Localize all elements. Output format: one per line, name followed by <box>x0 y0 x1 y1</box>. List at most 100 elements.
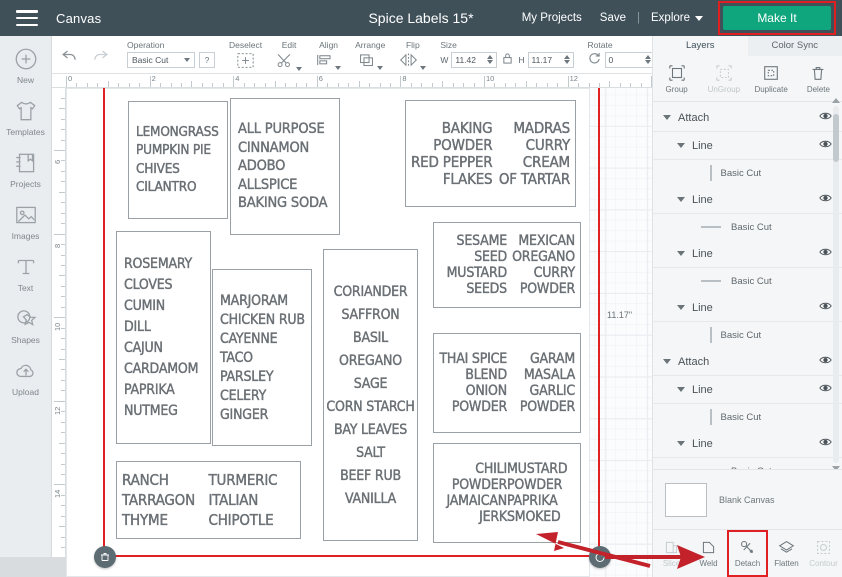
save-button[interactable]: Save <box>591 12 635 24</box>
label-card[interactable]: LEMONGRASS PUMPKIN PIE CHIVES CILANTRO <box>128 101 228 219</box>
contour-button[interactable]: Contour <box>805 530 842 577</box>
layer-row-basic[interactable]: Basic Cut <box>653 322 842 348</box>
chevron-down-icon[interactable] <box>663 115 671 120</box>
eye-visibility-icon[interactable] <box>819 437 832 450</box>
label-card[interactable]: CORIANDER SAFFRON BASIL OREGANO SAGE CORN STA… <box>323 249 418 541</box>
tab-layers[interactable]: Layers <box>653 36 748 56</box>
ruler-tick <box>515 83 517 87</box>
spice-label-text: CURRY <box>533 265 575 281</box>
eye-visibility-icon[interactable] <box>819 383 832 396</box>
hamburger-menu-icon[interactable] <box>16 10 38 26</box>
chevron-down-icon[interactable] <box>677 143 685 148</box>
eye-visibility-icon[interactable] <box>819 301 832 314</box>
deselect-group[interactable]: Deselect <box>222 36 269 74</box>
layer-row-line[interactable]: Line <box>653 240 842 268</box>
zoom-control-bar[interactable] <box>0 557 66 577</box>
undo-icon[interactable] <box>60 45 79 64</box>
duplicate-button[interactable]: Duplicate <box>748 56 795 101</box>
rail-item-upload[interactable]: Upload <box>0 358 52 397</box>
weld-button[interactable]: Weld <box>690 530 727 577</box>
height-input[interactable]: 11.17 <box>527 51 574 68</box>
layer-row-line[interactable]: Line <box>653 132 842 160</box>
layer-row-basic[interactable]: Basic Cut <box>653 160 842 186</box>
ungroup-button[interactable]: UnGroup <box>700 56 747 101</box>
rotate-input[interactable]: 0 <box>604 51 655 68</box>
delete-button[interactable]: Delete <box>795 56 842 101</box>
rail-item-templates[interactable]: Templates <box>0 98 52 137</box>
slice-button[interactable]: Slice <box>653 530 690 577</box>
layer-row-basic[interactable]: Basic Cut <box>653 404 842 430</box>
eye-visibility-icon[interactable] <box>819 247 832 260</box>
layers-list[interactable]: Attach Line Basic Cut Line Basic Cut Line Basi… <box>653 104 842 469</box>
scroll-up-icon[interactable] <box>832 98 840 103</box>
rail-item-new[interactable]: New <box>0 46 52 85</box>
label-card[interactable]: BAKING POWDER RED PEPPER FLAKES MADRAS CURRY C… <box>405 100 576 207</box>
edit-group[interactable]: Edit <box>269 36 309 74</box>
arrange-group[interactable]: Arrange <box>348 36 392 74</box>
chevron-down-icon[interactable] <box>663 359 671 364</box>
layer-row-line[interactable]: Line <box>653 430 842 458</box>
width-input[interactable]: 11.42 <box>451 51 498 68</box>
group-button[interactable]: Group <box>653 56 700 101</box>
label-card[interactable]: THAI SPICE BLEND ONION POWDER GARAM MASALA GAR… <box>433 333 581 433</box>
eye-visibility-icon[interactable] <box>819 139 832 152</box>
label-card[interactable]: ALL PURPOSE CINNAMON ADOBO ALLSPICE BAKING S… <box>230 98 340 235</box>
rail-item-projects[interactable]: Projects <box>0 150 52 189</box>
rail-item-shapes[interactable]: Shapes <box>0 306 52 345</box>
layer-row-attach[interactable]: Attach <box>653 104 842 132</box>
tab-color-sync[interactable]: Color Sync <box>748 36 842 56</box>
spice-label-text: PAPRIKA <box>124 382 175 398</box>
chevron-down-icon[interactable] <box>677 197 685 202</box>
eye-visibility-icon[interactable] <box>819 355 832 368</box>
layer-row-line[interactable]: Line <box>653 376 842 404</box>
rotate-handle[interactable] <box>589 546 611 568</box>
eye-visibility-icon[interactable] <box>819 193 832 206</box>
chevron-down-icon[interactable] <box>677 387 685 392</box>
label-card[interactable]: RANCH TARRAGON THYME TURMERIC ITALIAN CHIPOTL… <box>116 461 301 539</box>
redo-icon[interactable] <box>91 45 110 64</box>
operation-select[interactable]: Basic Cut <box>127 51 195 68</box>
layer-row-line[interactable]: Line <box>653 294 842 322</box>
design-canvas[interactable]: LEMONGRASS PUMPKIN PIE CHIVES CILANTRO ALL P… <box>66 88 652 577</box>
ruler-h-tick-label: 8 <box>402 74 407 83</box>
align-group[interactable]: Align <box>309 36 348 74</box>
rail-item-images[interactable]: Images <box>0 202 52 241</box>
ruler-tick <box>149 76 151 87</box>
label-card[interactable]: CHILI POWDER JAMAICAN JERK MUSTARD POWDER PAPR… <box>433 443 581 543</box>
lock-icon[interactable] <box>502 52 513 67</box>
detach-button[interactable]: Detach <box>727 530 768 577</box>
chevron-down-icon <box>335 65 342 70</box>
flip-group[interactable]: Flip <box>392 36 433 74</box>
flatten-button[interactable]: Flatten <box>768 530 805 577</box>
rail-item-text[interactable]: Text <box>0 254 52 293</box>
spice-label-text: GINGER <box>220 406 269 423</box>
layer-row-basic[interactable]: Basic Cut <box>653 458 842 470</box>
delete-handle[interactable] <box>94 546 116 568</box>
my-projects-link[interactable]: My Projects <box>513 12 591 24</box>
layer-row-basic[interactable]: Basic Cut <box>653 214 842 240</box>
label-card[interactable]: MARJORAM CHICKEN RUB CAYENNE TACO PARSLEY CEL… <box>212 269 312 446</box>
layer-label: Attach <box>678 355 710 368</box>
chevron-down-icon[interactable] <box>677 305 685 310</box>
label-card[interactable]: ROSEMARY CLOVES CUMIN DILL CAJUN CARDAMOM PAPR… <box>116 231 211 444</box>
width-stepper[interactable] <box>487 55 494 64</box>
layer-row-attach[interactable]: Attach <box>653 348 842 376</box>
explore-menu[interactable]: Explore <box>642 12 712 24</box>
ruler-tick <box>61 97 65 99</box>
chevron-down-icon[interactable] <box>677 251 685 256</box>
height-stepper[interactable] <box>563 55 570 64</box>
chevron-down-icon <box>420 65 427 70</box>
chevron-down-icon[interactable] <box>677 441 685 446</box>
layer-row-line[interactable]: Line <box>653 186 842 214</box>
operation-help-button[interactable]: ? <box>199 51 215 68</box>
layer-row-basic[interactable]: Basic Cut <box>653 268 842 294</box>
layers-scrollbar[interactable] <box>832 98 840 471</box>
ruler-tick <box>61 515 65 517</box>
eye-visibility-icon[interactable] <box>819 111 832 124</box>
options-toolbar: Operation Basic Cut ? Deselect Edit Alig… <box>52 36 688 74</box>
make-it-button[interactable]: Make It <box>723 6 831 30</box>
rotate-stepper[interactable] <box>644 55 651 64</box>
blank-canvas-row[interactable]: Blank Canvas <box>653 469 842 529</box>
scrollbar-thumb[interactable] <box>833 114 839 162</box>
label-card[interactable]: SESAME SEED MUSTARD SEEDS MEXICAN OREGANO CURR… <box>433 222 581 308</box>
